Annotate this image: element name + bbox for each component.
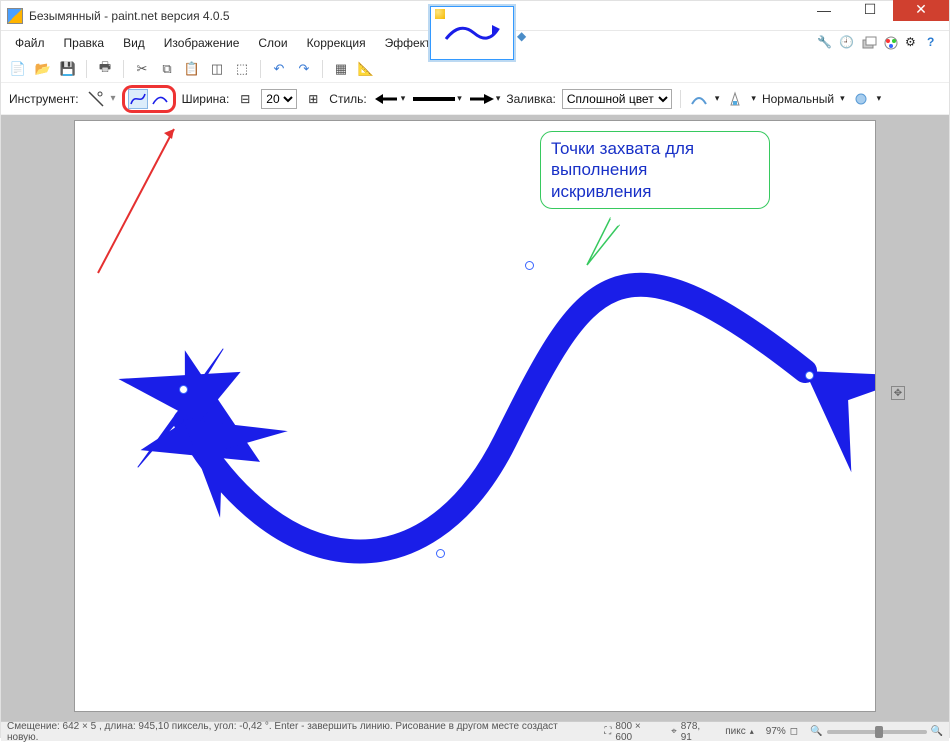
tool-label: Инструмент: [9, 92, 79, 106]
workspace: ✥ Точки захвата для выполнения искривлен… [1, 115, 949, 721]
maximize-button[interactable]: ☐ [847, 0, 893, 21]
blend-mode-label[interactable]: Нормальный [762, 92, 834, 106]
size-icon: ⛶ [604, 726, 611, 737]
line-dash-style[interactable]: ▾ [411, 92, 462, 106]
undo-button[interactable]: ↶ [270, 60, 288, 78]
width-decrease-button[interactable]: ⊟ [235, 89, 255, 109]
dropdown-arrow-icon[interactable]: ▾ [111, 93, 116, 104]
zoom-in-button[interactable]: 🔍 [931, 726, 943, 737]
status-unit[interactable]: пикс ▴ [725, 726, 754, 737]
menu-image[interactable]: Изображение [156, 34, 248, 52]
app-icon [7, 8, 23, 24]
tools-window-icon[interactable]: 🔧 [817, 35, 833, 51]
callout-text-1: Точки захвата для [551, 138, 759, 159]
tool-dropdown[interactable] [85, 89, 105, 109]
redo-button[interactable]: ↷ [295, 60, 313, 78]
print-button[interactable]: 🖶 [96, 60, 114, 78]
grid-button[interactable]: ▦ [332, 60, 350, 78]
width-label: Ширина: [182, 92, 230, 106]
close-button[interactable]: ✕ [893, 0, 949, 21]
menu-edit[interactable]: Правка [56, 34, 113, 52]
history-window-icon[interactable]: 🕘 [839, 35, 855, 51]
layers-window-icon[interactable] [861, 35, 877, 51]
status-size: ⛶ 800 × 600 [604, 721, 659, 743]
menu-adjust[interactable]: Коррекция [299, 34, 374, 52]
colors-window-icon[interactable] [883, 35, 899, 51]
cut-button[interactable]: ✂ [133, 60, 151, 78]
width-select[interactable]: 20 [261, 89, 297, 109]
curve-handle[interactable] [436, 549, 445, 558]
style-label: Стиль: [329, 92, 366, 106]
drawn-curve[interactable] [75, 121, 875, 711]
help-icon[interactable]: ? [927, 35, 943, 51]
menu-file[interactable]: Файл [7, 34, 53, 52]
window-title: Безымянный - paint.net версия 4.0.5 [29, 9, 230, 23]
status-position: ⌖ 878, 91 [671, 721, 713, 743]
new-button[interactable]: 📄 [9, 60, 27, 78]
zoom-slider[interactable] [827, 730, 927, 734]
curve-handle[interactable] [805, 371, 814, 380]
ruler-button[interactable]: 📐 [357, 60, 375, 78]
width-increase-button[interactable]: ⊞ [303, 89, 323, 109]
spline-curve-button[interactable] [128, 89, 148, 109]
menu-view[interactable]: Вид [115, 34, 153, 52]
zoom-window-icon[interactable]: ◻ [790, 726, 798, 737]
fill-select[interactable]: Сплошной цвет [562, 89, 672, 109]
image-thumbnail[interactable]: ◆ [430, 6, 514, 60]
antialias-button[interactable] [689, 89, 709, 109]
cursor-icon: ⌖ [671, 726, 677, 737]
zoom-out-button[interactable]: 🔍 [810, 726, 822, 737]
status-zoom[interactable]: 97% ◻ [766, 726, 798, 737]
line-start-style[interactable]: ▾ [373, 92, 406, 106]
minimize-button[interactable]: — [801, 0, 847, 21]
callout-text-2: выполнения [551, 159, 759, 180]
crop-button[interactable]: ◫ [208, 60, 226, 78]
canvas[interactable]: ✥ Точки захвата для выполнения искривлен… [75, 121, 875, 711]
fill-label: Заливка: [506, 92, 556, 106]
deselect-button[interactable]: ⬚ [233, 60, 251, 78]
line-end-style[interactable]: ▾ [468, 92, 501, 106]
annotation-callout: Точки захвата для выполнения искривления [540, 131, 770, 209]
status-hint: Смещение: 642 × 5 , длина: 945,10 пиксел… [7, 721, 580, 743]
open-button[interactable]: 📂 [34, 60, 52, 78]
copy-button[interactable]: ⧉ [158, 60, 176, 78]
callout-tail [585, 217, 625, 277]
menu-layers[interactable]: Слои [250, 34, 295, 52]
tool-options-bar: Инструмент: ▾ Ширина: ⊟ 20 ⊞ Стиль: ▾ ▾ … [1, 83, 949, 115]
move-handle[interactable]: ✥ [891, 386, 905, 400]
save-button[interactable]: 💾 [59, 60, 77, 78]
curve-type-highlight [122, 85, 176, 113]
paste-button[interactable]: 📋 [183, 60, 201, 78]
settings-icon[interactable]: ⚙ [905, 35, 921, 51]
callout-text-3: искривления [551, 181, 759, 202]
selection-mode-icon[interactable] [851, 89, 871, 109]
pin-icon[interactable]: ◆ [517, 29, 531, 43]
curve-handle[interactable] [525, 261, 534, 270]
blend-icon[interactable] [725, 89, 745, 109]
bezier-curve-button[interactable] [150, 89, 170, 109]
curve-handle[interactable] [179, 385, 188, 394]
status-bar: Смещение: 642 × 5 , длина: 945,10 пиксел… [1, 721, 949, 741]
